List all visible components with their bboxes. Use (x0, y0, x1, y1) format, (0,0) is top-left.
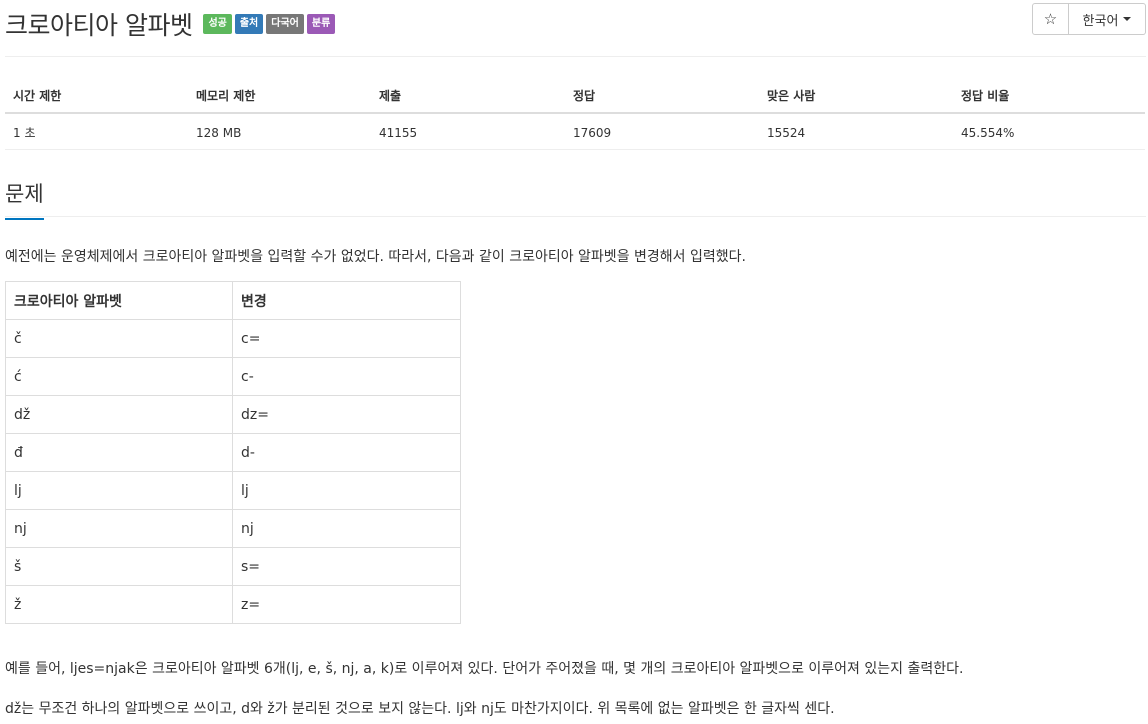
stats-accepted[interactable]: 17609 (565, 113, 759, 150)
table-row: dž dz= (5, 395, 461, 434)
stats-header-ratio: 정답 비율 (953, 78, 1145, 114)
page-title: 크로아티아 알파벳 (5, 11, 193, 40)
stats-header-solvers: 맞은 사람 (759, 78, 953, 114)
replacement: s= (232, 547, 461, 586)
alphabet-table: 크로아티아 알파벳 변경 č c= ć c- dž dz= đ d- lj lj nj nj… (5, 281, 461, 624)
stats-ratio: 45.554% (953, 113, 1145, 150)
table-row: č c= (5, 319, 461, 358)
star-button[interactable]: ☆ (1032, 3, 1069, 35)
chevron-down-icon (1123, 17, 1132, 21)
stats-header-accepted: 정답 (565, 78, 759, 114)
problem-example: 예를 들어, ljes=njak은 크로아티아 알파벳 6개(lj, e, š,… (5, 661, 964, 677)
language-label: 한국어 (1082, 13, 1119, 29)
replacement: nj (232, 509, 461, 548)
label-source[interactable]: 출처 (234, 14, 264, 34)
label-success[interactable]: 성공 (203, 14, 232, 34)
croatian-letter: š (5, 547, 233, 586)
stats-submissions[interactable]: 41155 (371, 113, 565, 150)
table-row: š s= (5, 547, 461, 586)
stats-header-time-limit: 시간 제한 (5, 78, 188, 114)
replacement: c= (232, 319, 461, 358)
stats-header-row: 시간 제한 메모리 제한 제출 정답 맞은 사람 정답 비율 (5, 78, 1145, 114)
replacement: dz= (232, 395, 461, 434)
label-category[interactable]: 분류 (306, 14, 336, 34)
problem-stats-table: 시간 제한 메모리 제한 제출 정답 맞은 사람 정답 비율 1 초 128 M… (5, 78, 1145, 150)
language-dropdown[interactable]: 한국어 (1069, 3, 1146, 35)
stats-header-submissions: 제출 (371, 78, 565, 114)
problem-intro: 예전에는 운영체제에서 크로아티아 알파벳을 입력할 수가 없었다. 따라서, … (5, 249, 746, 265)
table-row: ć c- (5, 357, 461, 396)
stats-time-limit: 1 초 (5, 113, 188, 150)
croatian-letter: nj (5, 509, 233, 548)
table-row: đ d- (5, 433, 461, 472)
stats-header-memory-limit: 메모리 제한 (188, 78, 371, 114)
top-controls: ☆ 한국어 (1032, 3, 1146, 35)
table-row: nj nj (5, 509, 461, 548)
problem-labels: 성공 출처 다국어 분류 (200, 14, 336, 34)
section-heading: 문제 (5, 176, 44, 220)
croatian-letter: đ (5, 433, 233, 472)
croatian-letter: ž (5, 585, 233, 624)
croatian-letter: dž (5, 395, 233, 434)
croatian-letter: ć (5, 357, 233, 396)
table-row: lj lj (5, 471, 461, 510)
stats-solvers[interactable]: 15524 (759, 113, 953, 150)
divider (5, 56, 1146, 57)
table-row: ž z= (5, 585, 461, 624)
stats-value-row: 1 초 128 MB 41155 17609 15524 45.554% (5, 113, 1145, 150)
alphabet-header-croatian: 크로아티아 알파벳 (5, 281, 233, 320)
alphabet-header-change: 변경 (232, 281, 461, 320)
replacement: lj (232, 471, 461, 510)
stats-memory-limit: 128 MB (188, 113, 371, 150)
label-multilang[interactable]: 다국어 (266, 14, 304, 34)
alphabet-header-row: 크로아티아 알파벳 변경 (5, 281, 461, 320)
title-row: 크로아티아 알파벳 성공 출처 다국어 분류 (5, 6, 336, 42)
star-icon: ☆ (1043, 10, 1058, 28)
replacement: d- (232, 433, 461, 472)
croatian-letter: č (5, 319, 233, 358)
problem-note: dž는 무조건 하나의 알파벳으로 쓰이고, d와 ž가 분리된 것으로 보지 … (5, 701, 835, 717)
replacement: c- (232, 357, 461, 396)
croatian-letter: lj (5, 471, 233, 510)
replacement: z= (232, 585, 461, 624)
section-problem-header: 문제 (5, 176, 1146, 220)
